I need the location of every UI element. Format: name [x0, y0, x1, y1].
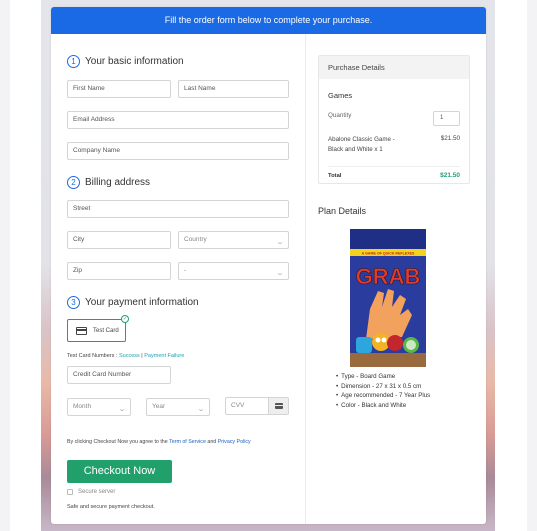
quantity-input[interactable]: 1 [433, 111, 460, 126]
success-link[interactable]: Success [119, 353, 140, 359]
toy-bear [387, 335, 403, 351]
product-image: A GAME OF QUICK REFLEXES GRAB [350, 229, 426, 367]
month-select[interactable]: Month ⌄ [67, 398, 131, 416]
payment-failure-link[interactable]: Payment Failure [144, 353, 184, 359]
payment-method-test-card[interactable]: Test Card ✓ [67, 315, 129, 342]
spec-item: Type - Board Game [336, 372, 430, 382]
state-select-value: - [184, 267, 187, 274]
section-payment: 3 Your payment information [67, 295, 199, 309]
order-form-card: Fill the order form below to complete yo… [51, 7, 486, 524]
last-name-input[interactable]: Last Name [178, 80, 289, 98]
line-item-name-1: Abalone Classic Game - [328, 136, 395, 143]
payment-method-label: Test Card [93, 327, 119, 334]
chevron-down-icon: ⌄ [275, 270, 285, 277]
section-title: Your payment information [85, 296, 199, 308]
chevron-down-icon: ⌄ [196, 406, 206, 413]
year-select[interactable]: Year ⌄ [146, 398, 210, 416]
cvv-help-button[interactable] [268, 398, 288, 414]
step-number-icon: 3 [67, 295, 80, 309]
total-divider [328, 166, 460, 167]
year-select-value: Year [152, 403, 166, 410]
toy-cube [356, 337, 372, 353]
step-number-icon: 2 [67, 175, 80, 189]
cvv-input[interactable]: CVV [225, 397, 289, 415]
credit-card-icon [76, 326, 87, 335]
agreement-prefix: By clicking Checkout Now you agree to th… [67, 439, 168, 445]
cvv-placeholder: CVV [231, 402, 245, 409]
purchase-details-panel: Purchase Details Games Quantity 1 Abalon… [318, 55, 470, 184]
purchase-details-title: Purchase Details [319, 56, 469, 79]
product-brand: GRAB [356, 264, 421, 289]
line-item-name-2: Black and White x 1 [328, 145, 383, 153]
terms-of-service-link[interactable]: Term of Service [169, 439, 206, 445]
agreement-and: and [207, 439, 217, 445]
line-item-name: Abalone Classic Game - Black and White x… [328, 135, 395, 154]
step-number-icon: 1 [67, 54, 80, 68]
safe-checkout-text: Safe and secure payment checkout. [67, 504, 155, 510]
zip-input[interactable]: Zip [67, 262, 171, 280]
month-select-value: Month [73, 403, 92, 410]
chevron-down-icon: ⌄ [275, 239, 285, 246]
email-input[interactable]: Email Address [67, 111, 289, 129]
test-card-numbers: Test Card Numbers : Success | Payment Fa… [67, 353, 184, 359]
secure-server-note: Secure server [67, 489, 115, 495]
section-title: Your basic information [85, 55, 184, 67]
section-billing: 2 Billing address [67, 175, 150, 189]
secure-server-label: Secure server [78, 489, 116, 495]
section-basic-info: 1 Your basic information [67, 54, 184, 68]
section-title: Billing address [85, 176, 151, 188]
separator: | [141, 353, 143, 359]
category-label: Games [328, 91, 353, 100]
company-input[interactable]: Company Name [67, 142, 289, 160]
lock-icon [67, 489, 73, 495]
product-specs: Type - Board Game Dimension - 27 x 31 x … [336, 372, 430, 410]
country-select-value: Country [184, 236, 207, 243]
test-numbers-label: Test Card Numbers : [67, 353, 118, 359]
plan-details-title: Plan Details [318, 206, 367, 216]
line-item-price: $21.50 [440, 135, 460, 142]
total-value: $21.50 [440, 172, 460, 179]
credit-card-icon [274, 403, 283, 409]
total-label: Total [328, 173, 342, 179]
city-input[interactable]: City [67, 231, 171, 249]
spec-item: Color - Black and White [336, 401, 430, 411]
state-select[interactable]: - ⌄ [178, 262, 289, 280]
quantity-label: Quantity [328, 112, 352, 119]
checkout-now-button[interactable]: Checkout Now [67, 460, 172, 483]
form-banner: Fill the order form below to complete yo… [51, 7, 486, 34]
column-divider [305, 34, 306, 524]
credit-card-number-input[interactable]: Credit Card Number [67, 366, 171, 384]
privacy-policy-link[interactable]: Privacy Policy [218, 439, 251, 445]
product-tagline: A GAME OF QUICK REFLEXES [362, 252, 415, 256]
spec-item: Age recommended - 7 Year Plus [336, 391, 430, 401]
first-name-input[interactable]: First Name [67, 80, 171, 98]
street-input[interactable]: Street [67, 200, 289, 218]
country-select[interactable]: Country ⌄ [178, 231, 289, 249]
check-icon: ✓ [121, 315, 129, 323]
agreement-text: By clicking Checkout Now you agree to th… [67, 439, 251, 445]
spec-item: Dimension - 27 x 31 x 0.5 cm [336, 382, 430, 392]
chevron-down-icon: ⌄ [117, 406, 127, 413]
